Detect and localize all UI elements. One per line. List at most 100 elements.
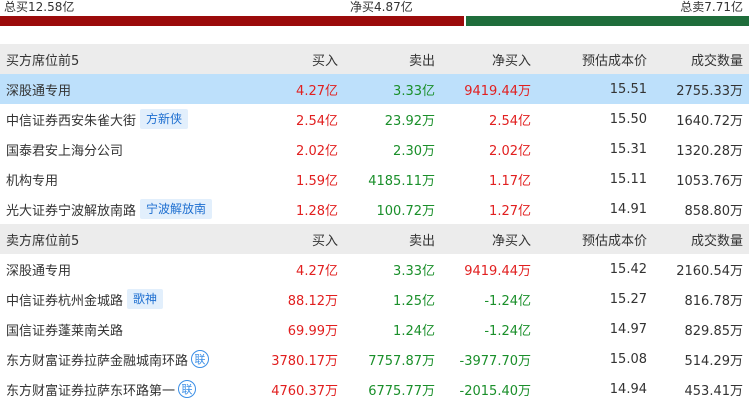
net-amount: 2.02亿 [489, 143, 531, 159]
trader-tag[interactable]: 宁波解放南 [140, 199, 213, 219]
table-row[interactable]: 深股通专用 4.27亿 3.33亿 9419.44万 15.42 2160.54万 [0, 254, 749, 284]
net-buy-label: 净买4.87亿 [350, 0, 413, 14]
trade-volume: 453.41万 [684, 383, 744, 399]
net-amount: 1.27亿 [489, 203, 531, 219]
table-row[interactable]: 中信证券杭州金城路 歌神 88.12万 1.25亿 -1.24亿 15.27 816.78万 [0, 284, 749, 314]
net-amount: 1.17亿 [489, 173, 531, 189]
seat-table: 买方席位前5 买入 卖出 净买入 预估成本价 成交数量 深股通专用 4.27亿 3.… [0, 44, 749, 401]
col-header-volume[interactable]: 成交数量 [647, 50, 743, 69]
seat-name[interactable]: 机构专用 [6, 170, 58, 189]
sell-amount: 7757.87万 [368, 353, 435, 369]
estimated-cost: 15.31 [609, 141, 647, 157]
seat-name[interactable]: 国信证券蓬莱南关路 [6, 320, 123, 339]
buy-amount: 88.12万 [287, 293, 338, 309]
buy-section-header: 买方席位前5 买入 卖出 净买入 预估成本价 成交数量 [0, 44, 749, 74]
seat-name[interactable]: 中信证券杭州金城路 [6, 290, 123, 309]
estimated-cost: 15.50 [609, 111, 647, 127]
buy-section-title: 买方席位前5 [6, 53, 80, 69]
estimated-cost: 15.42 [609, 261, 647, 277]
net-amount: -3977.70万 [459, 353, 531, 369]
buy-amount: 4760.37万 [271, 383, 338, 399]
estimated-cost: 14.97 [609, 321, 647, 337]
table-row[interactable]: 东方财富证券拉萨东环路第一联 4760.37万 6775.77万 -2015.40万 1… [0, 374, 749, 401]
trade-volume: 858.80万 [684, 203, 744, 219]
seat-name[interactable]: 东方财富证券拉萨东环路第一 [6, 380, 175, 399]
sell-rows: 深股通专用 4.27亿 3.33亿 9419.44万 15.42 2160.54万 中信证券… [0, 254, 749, 401]
col-header-net[interactable]: 净买入 [435, 50, 531, 69]
net-amount: 9419.44万 [464, 83, 531, 99]
table-row[interactable]: 国泰君安上海分公司 2.02亿 2.30万 2.02亿 15.31 1320.28万 [0, 134, 749, 164]
col-header-cost[interactable]: 预估成本价 [531, 50, 647, 69]
col-header-cost[interactable]: 预估成本价 [531, 230, 647, 249]
net-amount: -2015.40万 [459, 383, 531, 399]
seat-name-cell: 国泰君安上海分公司 [0, 140, 248, 159]
trade-volume: 1640.72万 [676, 113, 743, 129]
trade-volume: 1053.76万 [676, 173, 743, 189]
col-header-volume[interactable]: 成交数量 [647, 230, 743, 249]
seat-name-cell: 东方财富证券拉萨东环路第一联 [0, 380, 248, 399]
buy-ratio-fill [0, 16, 464, 26]
seat-name[interactable]: 中信证券西安朱雀大街 [6, 110, 136, 129]
col-header-buy[interactable]: 买入 [248, 50, 338, 69]
table-row[interactable]: 深股通专用 4.27亿 3.33亿 9419.44万 15.51 2755.33万 [0, 74, 749, 104]
trader-tag[interactable]: 方新侠 [140, 109, 189, 129]
sell-amount: 2.30万 [393, 143, 435, 159]
trade-volume: 2160.54万 [676, 263, 743, 279]
buy-amount: 69.99万 [287, 323, 338, 339]
table-row[interactable]: 光大证券宁波解放南路 宁波解放南 1.28亿 100.72万 1.27亿 14.91 858… [0, 194, 749, 224]
net-amount: -1.24亿 [484, 293, 531, 309]
buy-rows: 深股通专用 4.27亿 3.33亿 9419.44万 15.51 2755.33万中信证券… [0, 74, 749, 224]
col-header-sell[interactable]: 卖出 [338, 50, 435, 69]
trade-volume: 514.29万 [684, 353, 744, 369]
sell-amount: 23.92万 [384, 113, 435, 129]
seat-name[interactable]: 深股通专用 [6, 80, 71, 99]
col-header-net[interactable]: 净买入 [435, 230, 531, 249]
trader-tag[interactable]: 歌神 [127, 289, 164, 309]
sell-amount: 1.24亿 [393, 323, 435, 339]
buy-amount: 1.28亿 [296, 203, 338, 219]
estimated-cost: 15.11 [609, 171, 647, 187]
seat-name-cell: 深股通专用 [0, 80, 248, 99]
trade-volume: 1320.28万 [676, 143, 743, 159]
total-buy-label: 总买12.58亿 [4, 0, 75, 14]
seat-name[interactable]: 光大证券宁波解放南路 [6, 200, 136, 219]
table-row[interactable]: 中信证券西安朱雀大街 方新侠 2.54亿 23.92万 2.54亿 15.50 1640.7… [0, 104, 749, 134]
summary-bar: 总买12.58亿 净买4.87亿 总卖7.71亿 [0, 0, 749, 26]
sell-ratio-fill [466, 16, 749, 26]
estimated-cost: 15.51 [609, 81, 647, 97]
net-amount: 2.54亿 [489, 113, 531, 129]
seat-name-cell: 机构专用 [0, 170, 248, 189]
buy-sell-ratio-bar [0, 16, 749, 26]
seat-name-cell: 中信证券西安朱雀大街 方新侠 [0, 109, 248, 129]
sell-amount: 1.25亿 [393, 293, 435, 309]
estimated-cost: 14.91 [609, 201, 647, 217]
seat-name[interactable]: 国泰君安上海分公司 [6, 140, 123, 159]
linked-seat-icon[interactable]: 联 [178, 380, 197, 398]
sell-amount: 3.33亿 [393, 83, 435, 99]
table-row[interactable]: 东方财富证券拉萨金融城南环路联 3780.17万 7757.87万 -3977.70万… [0, 344, 749, 374]
seat-name-cell: 深股通专用 [0, 260, 248, 279]
buy-amount: 3780.17万 [271, 353, 338, 369]
seat-name-cell: 光大证券宁波解放南路 宁波解放南 [0, 199, 248, 219]
sell-amount: 3.33亿 [393, 263, 435, 279]
estimated-cost: 15.08 [609, 351, 647, 367]
linked-seat-icon[interactable]: 联 [191, 350, 210, 368]
sell-section-title: 卖方席位前5 [6, 233, 80, 249]
trade-volume: 816.78万 [684, 293, 744, 309]
trade-volume: 2755.33万 [676, 83, 743, 99]
total-sell-label: 总卖7.71亿 [680, 0, 743, 14]
col-header-buy[interactable]: 买入 [248, 230, 338, 249]
buy-amount: 4.27亿 [296, 83, 338, 99]
seat-name-cell: 东方财富证券拉萨金融城南环路联 [0, 350, 248, 369]
seat-name[interactable]: 深股通专用 [6, 260, 71, 279]
table-row[interactable]: 国信证券蓬莱南关路 69.99万 1.24亿 -1.24亿 14.97 829.85万 [0, 314, 749, 344]
estimated-cost: 15.27 [609, 291, 647, 307]
sell-section-header: 卖方席位前5 买入 卖出 净买入 预估成本价 成交数量 [0, 224, 749, 254]
net-amount: 9419.44万 [464, 263, 531, 279]
seat-name[interactable]: 东方财富证券拉萨金融城南环路 [6, 350, 188, 369]
table-row[interactable]: 机构专用 1.59亿 4185.11万 1.17亿 15.11 1053.76万 [0, 164, 749, 194]
summary-labels: 总买12.58亿 净买4.87亿 总卖7.71亿 [0, 0, 749, 16]
buy-amount: 2.54亿 [296, 113, 338, 129]
sell-amount: 6775.77万 [368, 383, 435, 399]
col-header-sell[interactable]: 卖出 [338, 230, 435, 249]
